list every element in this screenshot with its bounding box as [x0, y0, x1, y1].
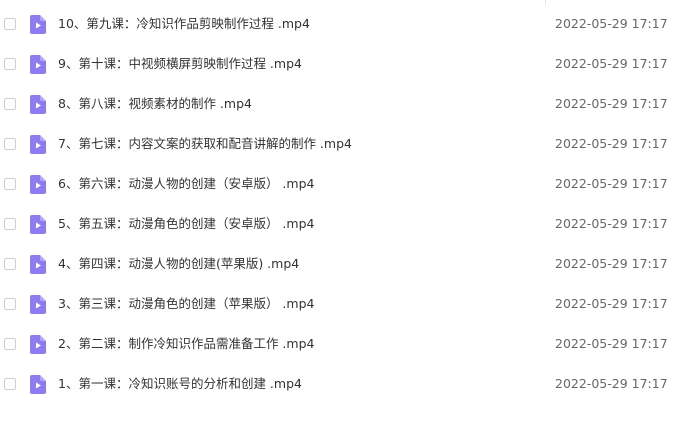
file-date: 2022-05-29 17:17	[555, 376, 668, 391]
file-row[interactable]: 7、第七课：内容文案的获取和配音讲解的制作 .mp4 2022-05-29 17…	[0, 125, 694, 165]
row-checkbox[interactable]	[4, 338, 16, 350]
file-date: 2022-05-29 17:17	[555, 136, 668, 151]
video-file-icon	[30, 55, 46, 74]
file-date: 2022-05-29 17:17	[555, 296, 668, 311]
file-name[interactable]: 5、第五课：动漫角色的创建（安卓版） .mp4	[58, 216, 314, 232]
file-name[interactable]: 1、第一课：冷知识账号的分析和创建 .mp4	[58, 376, 302, 392]
row-checkbox[interactable]	[4, 98, 16, 110]
file-row[interactable]: 8、第八课：视频素材的制作 .mp4 2022-05-29 17:17	[0, 85, 694, 125]
file-name[interactable]: 10、第九课：冷知识作品剪映制作过程 .mp4	[58, 16, 310, 32]
file-row[interactable]: 10、第九课：冷知识作品剪映制作过程 .mp4 2022-05-29 17:17	[0, 5, 694, 45]
file-row[interactable]: 1、第一课：冷知识账号的分析和创建 .mp4 2022-05-29 17:17	[0, 365, 694, 405]
file-date: 2022-05-29 17:17	[555, 216, 668, 231]
file-name[interactable]: 3、第三课：动漫角色的创建（苹果版） .mp4	[58, 296, 314, 312]
file-list: 10、第九课：冷知识作品剪映制作过程 .mp4 2022-05-29 17:17…	[0, 5, 694, 405]
file-name[interactable]: 7、第七课：内容文案的获取和配音讲解的制作 .mp4	[58, 136, 352, 152]
video-file-icon	[30, 295, 46, 314]
file-row[interactable]: 3、第三课：动漫角色的创建（苹果版） .mp4 2022-05-29 17:17	[0, 285, 694, 325]
video-file-icon	[30, 135, 46, 154]
video-file-icon	[30, 175, 46, 194]
file-date: 2022-05-29 17:17	[555, 96, 668, 111]
video-file-icon	[30, 95, 46, 114]
row-checkbox[interactable]	[4, 218, 16, 230]
file-date: 2022-05-29 17:17	[555, 176, 668, 191]
row-checkbox[interactable]	[4, 298, 16, 310]
video-file-icon	[30, 375, 46, 394]
file-name[interactable]: 4、第四课：动漫人物的创建(苹果版) .mp4	[58, 256, 299, 272]
row-checkbox[interactable]	[4, 138, 16, 150]
video-file-icon	[30, 255, 46, 274]
file-name[interactable]: 6、第六课：动漫人物的创建（安卓版） .mp4	[58, 176, 314, 192]
file-row[interactable]: 2、第二课：制作冷知识作品需准备工作 .mp4 2022-05-29 17:17	[0, 325, 694, 365]
video-file-icon	[30, 15, 46, 34]
file-date: 2022-05-29 17:17	[555, 16, 668, 31]
video-file-icon	[30, 335, 46, 354]
file-date: 2022-05-29 17:17	[555, 336, 668, 351]
file-row[interactable]: 9、第十课：中视频横屏剪映制作过程 .mp4 2022-05-29 17:17	[0, 45, 694, 85]
file-name[interactable]: 9、第十课：中视频横屏剪映制作过程 .mp4	[58, 56, 302, 72]
row-checkbox[interactable]	[4, 258, 16, 270]
file-name[interactable]: 2、第二课：制作冷知识作品需准备工作 .mp4	[58, 336, 314, 352]
row-checkbox[interactable]	[4, 18, 16, 30]
file-row[interactable]: 5、第五课：动漫角色的创建（安卓版） .mp4 2022-05-29 17:17	[0, 205, 694, 245]
video-file-icon	[30, 215, 46, 234]
row-checkbox[interactable]	[4, 178, 16, 190]
row-checkbox[interactable]	[4, 378, 16, 390]
row-checkbox[interactable]	[4, 58, 16, 70]
file-row[interactable]: 6、第六课：动漫人物的创建（安卓版） .mp4 2022-05-29 17:17	[0, 165, 694, 205]
file-date: 2022-05-29 17:17	[555, 56, 668, 71]
file-date: 2022-05-29 17:17	[555, 256, 668, 271]
file-name[interactable]: 8、第八课：视频素材的制作 .mp4	[58, 96, 252, 112]
file-row[interactable]: 4、第四课：动漫人物的创建(苹果版) .mp4 2022-05-29 17:17	[0, 245, 694, 285]
